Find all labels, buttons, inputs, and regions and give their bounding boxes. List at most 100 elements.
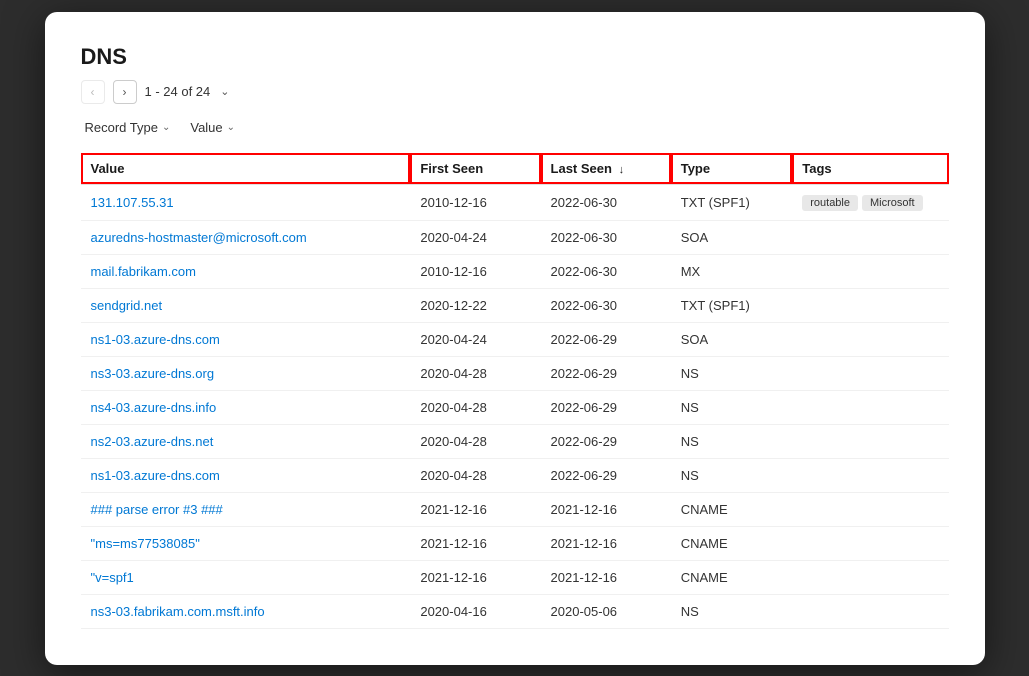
cell-type: SOA (671, 220, 793, 254)
cell-tags (792, 594, 948, 628)
value-filter-caret: ⌄ (227, 122, 235, 133)
table-row: ns3-03.azure-dns.org2020-04-282022-06-29… (81, 356, 949, 390)
cell-first-seen: 2021-12-16 (410, 526, 540, 560)
cell-tags (792, 560, 948, 594)
cell-tags (792, 526, 948, 560)
dns-table: Value First Seen Last Seen ↓ Type Tags 1… (81, 153, 949, 629)
cell-type: MX (671, 254, 793, 288)
value-link[interactable]: azuredns-hostmaster@microsoft.com (91, 230, 307, 245)
value-link[interactable]: "v=spf1 (91, 570, 134, 585)
col-header-type[interactable]: Type (671, 153, 793, 185)
record-type-filter[interactable]: Record Type ⌄ (81, 118, 175, 137)
value-link[interactable]: ns1-03.azure-dns.com (91, 332, 220, 347)
col-header-tags[interactable]: Tags (792, 153, 948, 185)
cell-last-seen: 2021-12-16 (541, 492, 671, 526)
cell-value: sendgrid.net (81, 288, 411, 322)
value-filter-label: Value (190, 120, 222, 135)
record-type-caret: ⌄ (162, 122, 170, 133)
cell-type: TXT (SPF1) (671, 184, 793, 220)
table-row: ### parse error #3 ### 2021-12-162021-12-… (81, 492, 949, 526)
col-header-value[interactable]: Value (81, 153, 411, 185)
col-header-first-seen[interactable]: First Seen (410, 153, 540, 185)
cell-tags: routableMicrosoft (792, 184, 948, 220)
value-link[interactable]: ### parse error #3 ### (91, 502, 223, 517)
cell-first-seen: 2020-04-16 (410, 594, 540, 628)
cell-type: CNAME (671, 492, 793, 526)
table-row: ns4-03.azure-dns.info2020-04-282022-06-2… (81, 390, 949, 424)
cell-last-seen: 2020-05-06 (541, 594, 671, 628)
value-link[interactable]: 131.107.55.31 (91, 195, 174, 210)
cell-type: NS (671, 458, 793, 492)
cell-value: mail.fabrikam.com (81, 254, 411, 288)
cell-type: NS (671, 390, 793, 424)
cell-first-seen: 2020-04-24 (410, 220, 540, 254)
cell-type: CNAME (671, 560, 793, 594)
table-row: ns2-03.azure-dns.net 2020-04-282022-06-29… (81, 424, 949, 458)
cell-value: ns1-03.azure-dns.com (81, 322, 411, 356)
cell-value: azuredns-hostmaster@microsoft.com (81, 220, 411, 254)
cell-last-seen: 2022-06-30 (541, 184, 671, 220)
table-row: "v=spf12021-12-162021-12-16CNAME (81, 560, 949, 594)
table-row: ns3-03.fabrikam.com.msft.info 2020-04-162… (81, 594, 949, 628)
cell-first-seen: 2020-04-28 (410, 458, 540, 492)
pagination-dropdown-icon[interactable]: ⌄ (220, 85, 229, 98)
cell-last-seen: 2022-06-30 (541, 254, 671, 288)
table-body: 131.107.55.312010-12-162022-06-30TXT (SP… (81, 184, 949, 628)
cell-last-seen: 2022-06-29 (541, 458, 671, 492)
value-link[interactable]: "ms=ms77538085" (91, 536, 200, 551)
col-header-last-seen[interactable]: Last Seen ↓ (541, 153, 671, 185)
cell-last-seen: 2022-06-30 (541, 220, 671, 254)
cell-first-seen: 2020-04-28 (410, 356, 540, 390)
tag-badge[interactable]: routable (802, 195, 858, 211)
value-link[interactable]: sendgrid.net (91, 298, 163, 313)
cell-tags (792, 220, 948, 254)
value-link[interactable]: ns3-03.fabrikam.com.msft.info (91, 604, 265, 619)
record-type-label: Record Type (85, 120, 158, 135)
cell-type: CNAME (671, 526, 793, 560)
value-link[interactable]: ns3-03.azure-dns.org (91, 366, 215, 381)
cell-last-seen: 2022-06-30 (541, 288, 671, 322)
cell-tags (792, 356, 948, 390)
cell-type: TXT (SPF1) (671, 288, 793, 322)
cell-last-seen: 2021-12-16 (541, 560, 671, 594)
cell-tags (792, 254, 948, 288)
value-link[interactable]: ns2-03.azure-dns.net (91, 434, 214, 449)
cell-type: NS (671, 594, 793, 628)
main-window: DNS ‹ › 1 - 24 of 24 ⌄ Record Type ⌄ Val… (45, 12, 985, 665)
tag-badge[interactable]: Microsoft (862, 195, 923, 211)
cell-first-seen: 2020-04-28 (410, 390, 540, 424)
cell-type: NS (671, 424, 793, 458)
cell-last-seen: 2022-06-29 (541, 424, 671, 458)
cell-tags (792, 458, 948, 492)
cell-first-seen: 2010-12-16 (410, 254, 540, 288)
cell-value: ### parse error #3 ### (81, 492, 411, 526)
cell-first-seen: 2020-04-28 (410, 424, 540, 458)
table-row: 131.107.55.312010-12-162022-06-30TXT (SP… (81, 184, 949, 220)
cell-value: ns3-03.azure-dns.org (81, 356, 411, 390)
cell-value: "v=spf1 (81, 560, 411, 594)
cell-value: ns2-03.azure-dns.net (81, 424, 411, 458)
cell-tags (792, 322, 948, 356)
cell-first-seen: 2021-12-16 (410, 560, 540, 594)
table-row: "ms=ms77538085"2021-12-162021-12-16CNAME (81, 526, 949, 560)
cell-last-seen: 2021-12-16 (541, 526, 671, 560)
cell-value: ns4-03.azure-dns.info (81, 390, 411, 424)
cell-tags (792, 288, 948, 322)
table-row: ns1-03.azure-dns.com 2020-04-282022-06-29… (81, 458, 949, 492)
pagination-row: ‹ › 1 - 24 of 24 ⌄ (81, 80, 949, 104)
value-filter[interactable]: Value ⌄ (186, 118, 239, 137)
last-seen-sort-icon: ↓ (619, 164, 625, 176)
table-row: sendgrid.net2020-12-222022-06-30TXT (SPF… (81, 288, 949, 322)
cell-last-seen: 2022-06-29 (541, 322, 671, 356)
table-row: azuredns-hostmaster@microsoft.com 2020-04… (81, 220, 949, 254)
cell-value: ns3-03.fabrikam.com.msft.info (81, 594, 411, 628)
table-row: mail.fabrikam.com 2010-12-162022-06-30MX (81, 254, 949, 288)
cell-first-seen: 2020-04-24 (410, 322, 540, 356)
cell-first-seen: 2021-12-16 (410, 492, 540, 526)
value-link[interactable]: ns4-03.azure-dns.info (91, 400, 217, 415)
next-button[interactable]: › (113, 80, 137, 104)
value-link[interactable]: mail.fabrikam.com (91, 264, 196, 279)
cell-type: NS (671, 356, 793, 390)
value-link[interactable]: ns1-03.azure-dns.com (91, 468, 220, 483)
prev-button[interactable]: ‹ (81, 80, 105, 104)
